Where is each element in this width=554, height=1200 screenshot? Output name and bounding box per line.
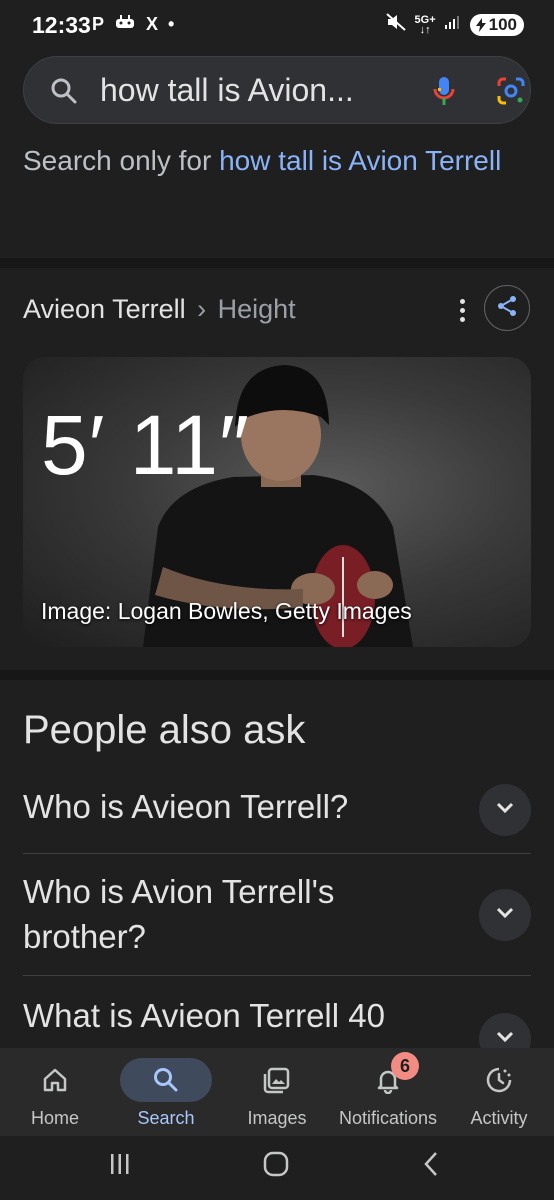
- search-bar[interactable]: how tall is Avion...: [23, 56, 531, 124]
- entity-name[interactable]: Avieon Terrell: [23, 294, 186, 324]
- paa-question-text: Who is Avieon Terrell?: [23, 788, 349, 825]
- expand-button[interactable]: [479, 784, 531, 836]
- search-only-link[interactable]: how tall is Avion Terrell: [219, 145, 501, 176]
- search-only-prefix: Search only for: [23, 145, 220, 176]
- share-button[interactable]: [484, 285, 530, 331]
- bottom-navigation: Home Search Images 6 Notifications Activ…: [0, 1048, 554, 1136]
- mute-icon: [385, 12, 407, 37]
- expand-button[interactable]: [479, 889, 531, 941]
- height-value: 5′ 11″: [41, 398, 250, 492]
- signal-icon: [444, 14, 462, 35]
- paa-question-text: What is Avieon Terrell 40 time?: [23, 997, 385, 1048]
- paa-question[interactable]: What is Avieon Terrell 40 time?: [23, 993, 531, 1048]
- recent-apps-icon[interactable]: [106, 1150, 134, 1183]
- status-bar: 12:33 P X • 5G+ ↓↑ 100: [0, 0, 554, 50]
- knowledge-panel-title: Avieon Terrell › Height: [23, 294, 296, 325]
- status-time: 12:33: [32, 12, 91, 38]
- nav-search[interactable]: Search: [111, 1048, 221, 1136]
- chevron-down-icon: [495, 801, 515, 820]
- nav-label: Search: [137, 1108, 195, 1128]
- nav-label: Images: [247, 1108, 307, 1128]
- paa-divider: [23, 975, 531, 976]
- nav-images[interactable]: Images: [222, 1048, 332, 1136]
- home-button-icon[interactable]: [262, 1150, 290, 1183]
- battery-indicator: 100: [469, 13, 524, 36]
- search-icon: [50, 77, 78, 110]
- search-input[interactable]: how tall is Avion...: [100, 72, 390, 109]
- search-icon: [120, 1058, 212, 1102]
- system-navigation-bar: [0, 1136, 554, 1200]
- back-icon[interactable]: [418, 1150, 446, 1183]
- nav-activity[interactable]: Activity: [444, 1048, 554, 1136]
- dot-icon: •: [168, 14, 175, 34]
- section-divider: [0, 258, 554, 268]
- paa-question[interactable]: Who is Avion Terrell's brother?: [23, 869, 531, 961]
- search-only-for: Search only for how tall is Avion Terrel…: [23, 134, 523, 187]
- nav-label: Notifications: [338, 1108, 438, 1128]
- nav-label: Home: [30, 1108, 79, 1128]
- image-credit: Image: Logan Bowles, Getty Images: [41, 598, 412, 624]
- x-icon: X: [146, 14, 159, 34]
- more-options-icon[interactable]: [452, 296, 472, 324]
- activity-icon: [453, 1058, 545, 1102]
- notification-badge: 6: [391, 1052, 419, 1080]
- section-divider: [0, 670, 554, 680]
- paypal-icon: P: [92, 14, 105, 34]
- google-lens-icon[interactable]: [496, 76, 526, 111]
- nav-label: Activity: [470, 1108, 528, 1128]
- chevron-down-icon: [495, 906, 515, 925]
- network-type: 5G+ ↓↑: [414, 13, 436, 36]
- people-also-ask-heading: People also ask: [23, 708, 306, 752]
- nav-notifications[interactable]: 6 Notifications: [333, 1048, 443, 1136]
- status-notification-icons: P X •: [92, 14, 174, 35]
- attribute-name: Height: [217, 294, 296, 324]
- chevron-down-icon: [495, 1030, 515, 1049]
- status-system-icons: 5G+ ↓↑ 100: [385, 12, 524, 37]
- paa-divider: [23, 853, 531, 854]
- paa-question-text: Who is Avion Terrell's brother?: [23, 873, 335, 955]
- paa-question[interactable]: Who is Avieon Terrell?: [23, 784, 531, 838]
- bell-icon: [342, 1058, 434, 1102]
- share-icon: [495, 294, 519, 323]
- expand-button[interactable]: [479, 1013, 531, 1048]
- height-answer-card[interactable]: 5′ 11″ Image: Logan Bowles, Getty Images: [23, 357, 531, 647]
- mic-icon[interactable]: [430, 75, 458, 112]
- nav-home[interactable]: Home: [0, 1048, 110, 1136]
- images-icon: [231, 1058, 323, 1102]
- home-icon: [9, 1058, 101, 1102]
- game-icon: [114, 14, 136, 35]
- breadcrumb-separator: ›: [197, 294, 207, 324]
